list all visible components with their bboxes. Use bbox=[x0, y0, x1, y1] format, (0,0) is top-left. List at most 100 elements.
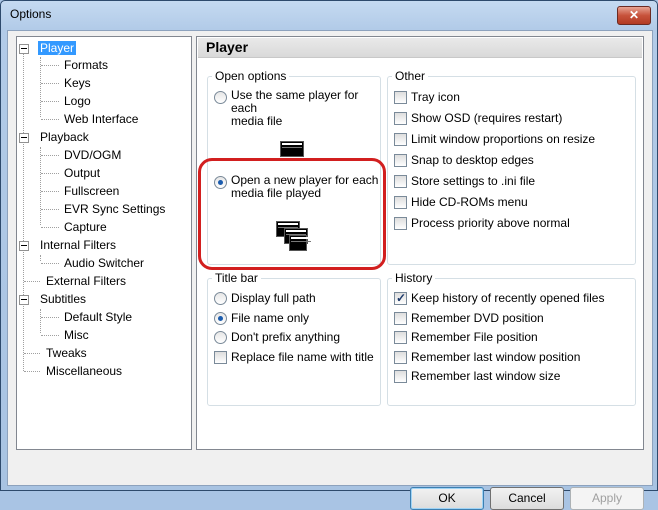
tree-item-label: Playback bbox=[40, 130, 89, 144]
tree-item-label: EVR Sync Settings bbox=[64, 202, 166, 216]
checkbox-label: Process priority above normal bbox=[411, 216, 570, 230]
tree-item-label: Capture bbox=[64, 220, 107, 234]
radio-button[interactable] bbox=[214, 312, 227, 325]
tree-connector bbox=[41, 263, 59, 264]
tree-item-external-filters[interactable]: External Filters bbox=[44, 273, 128, 290]
checkbox[interactable] bbox=[394, 175, 407, 188]
tree-item-player[interactable]: Player bbox=[19, 40, 77, 57]
tree-connector bbox=[41, 101, 59, 102]
tree-connector bbox=[40, 255, 41, 261]
close-button[interactable]: ✕ bbox=[617, 6, 651, 25]
checkbox[interactable] bbox=[394, 312, 407, 325]
checkbox[interactable] bbox=[394, 351, 407, 364]
checkbox[interactable] bbox=[394, 112, 407, 125]
tree-item-fullscreen[interactable]: Fullscreen bbox=[62, 183, 121, 200]
tree-connector bbox=[41, 83, 59, 84]
checkbox-label: Remember DVD position bbox=[411, 311, 544, 325]
checkbox-label: Replace file name with title bbox=[231, 350, 374, 364]
tree-item-label: Web Interface bbox=[64, 112, 139, 126]
tree-item-label: Subtitles bbox=[40, 292, 87, 306]
open-options-title: Open options bbox=[212, 69, 290, 83]
page-header: Player bbox=[198, 38, 642, 58]
tree-item-label: Default Style bbox=[64, 310, 133, 324]
collapse-icon[interactable] bbox=[19, 133, 29, 143]
tree-connector bbox=[41, 209, 59, 210]
checkbox-label: Tray icon bbox=[411, 90, 460, 104]
tree-connector bbox=[41, 227, 59, 228]
tree-connector bbox=[23, 49, 24, 371]
tree-item-playback[interactable]: Playback bbox=[19, 129, 91, 146]
tree-item-dvd-ogm[interactable]: DVD/OGM bbox=[62, 147, 123, 164]
tree-item-formats[interactable]: Formats bbox=[62, 57, 110, 74]
tree-item-label: Output bbox=[64, 166, 101, 180]
checkbox[interactable] bbox=[394, 290, 407, 306]
radio-label: Use the same player for each media file bbox=[231, 88, 359, 128]
tree-item-misc[interactable]: Misc bbox=[62, 327, 91, 344]
tree-item-output[interactable]: Output bbox=[62, 165, 102, 182]
tree-connector bbox=[41, 155, 59, 156]
collapse-icon[interactable] bbox=[19, 241, 29, 251]
history-title: History bbox=[392, 271, 436, 285]
radio-label: Display full path bbox=[231, 291, 316, 305]
tree-item-label: Miscellaneous bbox=[46, 364, 123, 378]
checkbox-label: Remember File position bbox=[411, 330, 538, 344]
checkbox-label: Store settings to .ini file bbox=[411, 174, 536, 188]
radio-button[interactable] bbox=[214, 91, 227, 104]
checkbox[interactable] bbox=[394, 217, 407, 230]
radio-button[interactable] bbox=[214, 331, 227, 344]
ok-button[interactable]: OK bbox=[410, 487, 484, 510]
tree-connector bbox=[41, 335, 59, 336]
checkbox[interactable] bbox=[394, 196, 407, 209]
tree-item-label: Formats bbox=[64, 58, 109, 72]
options-tree[interactable]: Player Formats Keys Logo Web Interface P… bbox=[16, 36, 192, 450]
tree-item-label: External Filters bbox=[46, 274, 127, 288]
tree-connector bbox=[41, 65, 59, 66]
apply-button[interactable]: Apply bbox=[570, 487, 644, 510]
tree-item-web-interface[interactable]: Web Interface bbox=[62, 111, 140, 128]
tree-item-label: Keys bbox=[64, 76, 91, 90]
page-title: Player bbox=[206, 39, 249, 55]
tree-item-evr-sync-settings[interactable]: EVR Sync Settings bbox=[62, 201, 167, 218]
tree-item-keys[interactable]: Keys bbox=[62, 75, 93, 92]
other-title: Other bbox=[392, 69, 429, 83]
checkbox[interactable] bbox=[394, 154, 407, 167]
collapse-icon[interactable] bbox=[19, 44, 29, 54]
tree-item-internal-filters[interactable]: Internal Filters bbox=[19, 237, 118, 254]
tree-connector bbox=[41, 173, 59, 174]
tree-item-default-style[interactable]: Default Style bbox=[62, 309, 134, 326]
options-window: Options ✕ Player Formats Keys Logo Web I… bbox=[0, 0, 658, 510]
tree-item-label: Internal Filters bbox=[40, 238, 117, 252]
close-icon: ✕ bbox=[628, 8, 640, 22]
checkbox[interactable] bbox=[214, 351, 227, 364]
tree-item-label: DVD/OGM bbox=[64, 148, 122, 162]
checkbox[interactable] bbox=[394, 370, 407, 383]
tree-item-audio-switcher[interactable]: Audio Switcher bbox=[62, 255, 146, 272]
radio-same-player[interactable]: Use the same player for each media file bbox=[214, 89, 376, 128]
tree-item-label: Misc bbox=[64, 328, 89, 342]
tree-connector bbox=[24, 353, 40, 354]
checkbox[interactable] bbox=[394, 133, 407, 146]
checkbox-label: Snap to desktop edges bbox=[411, 153, 534, 167]
tree-connector bbox=[41, 119, 59, 120]
tree-item-logo[interactable]: Logo bbox=[62, 93, 93, 110]
radio-button[interactable] bbox=[214, 292, 227, 305]
title-bar[interactable]: Options ✕ bbox=[1, 1, 657, 29]
collapse-icon[interactable] bbox=[19, 295, 29, 305]
tree-item-label: Audio Switcher bbox=[64, 256, 145, 270]
tree-item-tweaks[interactable]: Tweaks bbox=[44, 345, 89, 362]
cancel-button[interactable]: Cancel bbox=[490, 487, 564, 510]
tree-item-subtitles[interactable]: Subtitles bbox=[19, 291, 88, 308]
checkbox-label: Keep history of recently opened files bbox=[411, 291, 605, 305]
tree-connector bbox=[40, 147, 41, 225]
tree-connector bbox=[41, 317, 59, 318]
tree-item-miscellaneous[interactable]: Miscellaneous bbox=[44, 363, 124, 380]
tree-item-label: Fullscreen bbox=[64, 184, 120, 198]
tree-connector bbox=[24, 371, 40, 372]
checkbox[interactable] bbox=[394, 91, 407, 104]
checkbox-label: Remember last window position bbox=[411, 350, 581, 364]
tree-connector bbox=[40, 57, 41, 117]
tree-item-capture[interactable]: Capture bbox=[62, 219, 109, 236]
checkbox-label: Show OSD (requires restart) bbox=[411, 111, 563, 125]
tree-connector bbox=[24, 281, 40, 282]
checkbox[interactable] bbox=[394, 331, 407, 344]
